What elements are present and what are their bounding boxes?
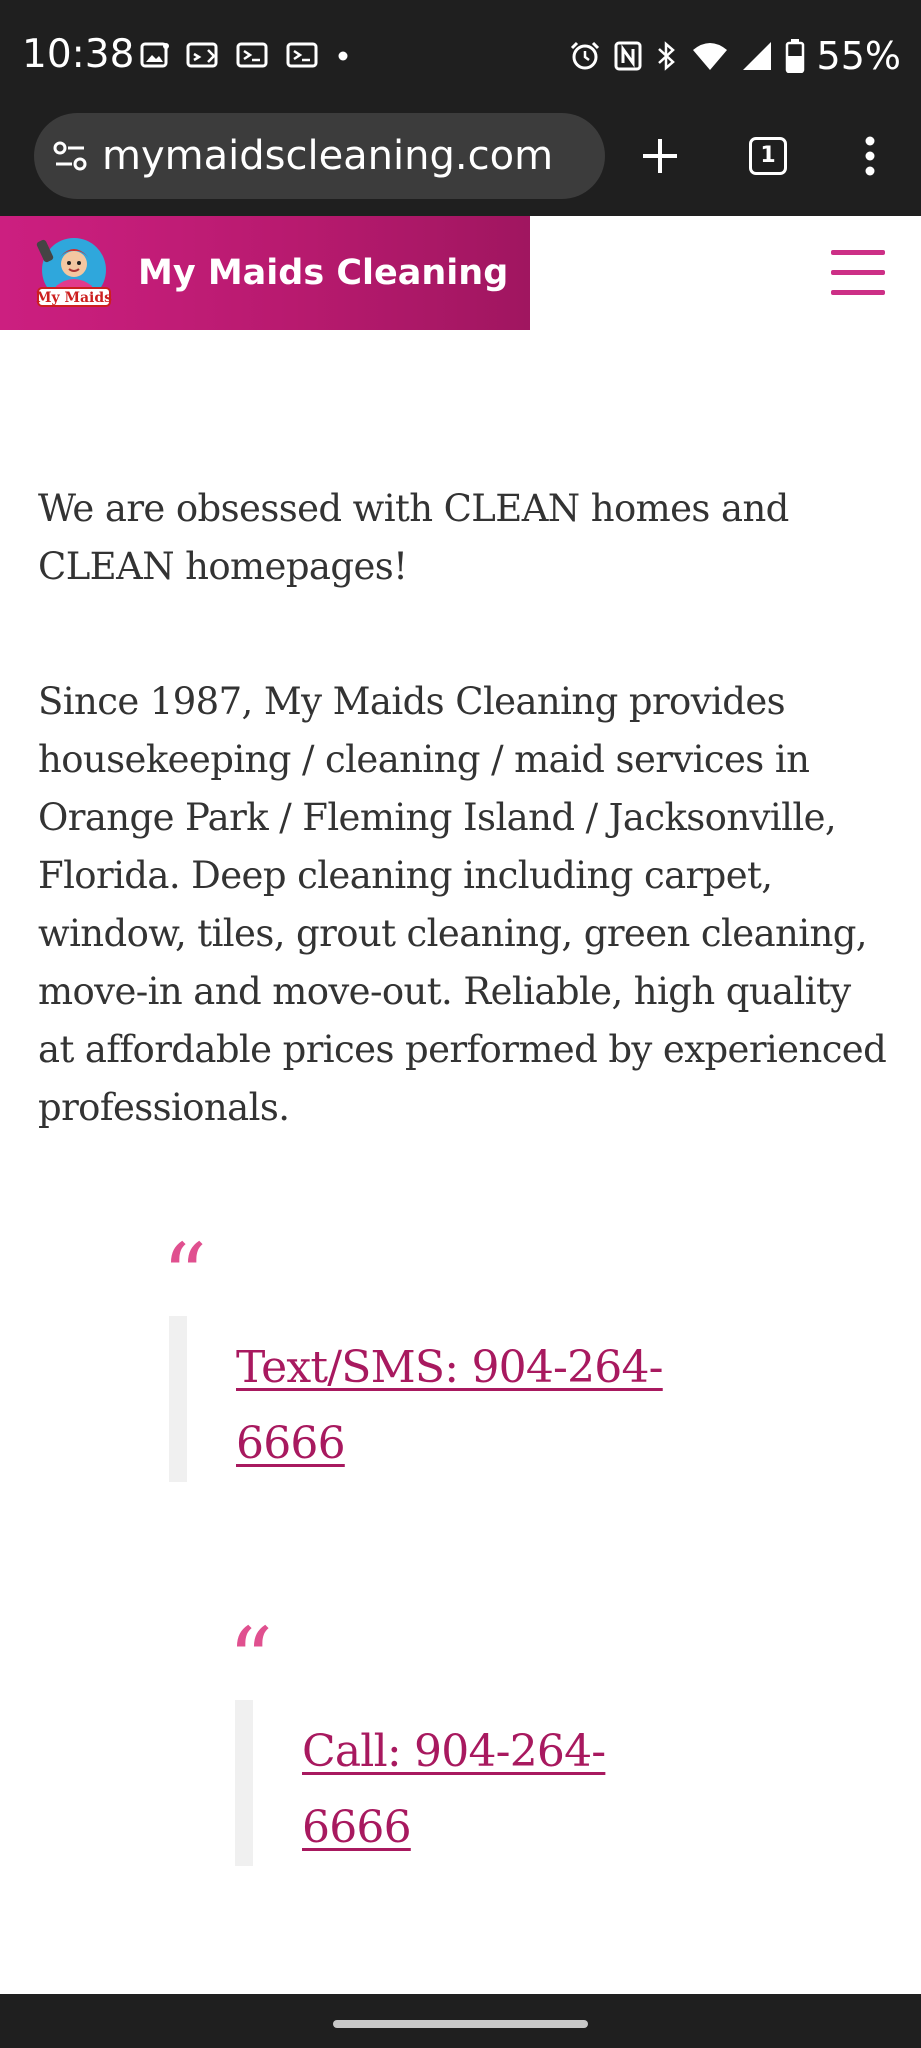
description-paragraph: Since 1987, My Maids Cleaning provides h… — [38, 680, 887, 1129]
brand-name[interactable]: My Maids Cleaning — [138, 216, 508, 330]
blockquote-text-sms: “ Text/SMS: 904-264-6666 — [162, 1232, 722, 1482]
image-icon — [140, 42, 169, 68]
new-tab-icon — [643, 139, 677, 173]
more-menu-button[interactable] — [838, 124, 902, 188]
notification-icons — [140, 40, 350, 72]
alarm-icon — [570, 41, 599, 70]
blockquote-border — [235, 1700, 253, 1866]
system-status-icons: 55% — [569, 30, 901, 82]
text-sms-link[interactable]: Text/SMS: 904-264-6666 — [236, 1330, 676, 1482]
status-bar: 10:38 55% — [0, 0, 921, 110]
url-text[interactable]: mymaidscleaning.com — [102, 113, 553, 199]
battery-icon — [785, 39, 804, 73]
tab-count: 1 — [760, 143, 776, 168]
status-time: 10:38 — [22, 32, 135, 77]
home-gesture-handle[interactable] — [333, 2020, 588, 2028]
site-info-icon[interactable] — [52, 139, 88, 173]
quote-mark-icon: “ — [228, 1608, 273, 1711]
system-navigation-bar — [0, 1994, 921, 2048]
quote-mark-icon: “ — [162, 1224, 207, 1327]
wifi-icon — [692, 43, 727, 70]
screen-share-icon — [186, 42, 218, 68]
intro-paragraph: We are obsessed with CLEAN homes and CLE… — [38, 487, 789, 588]
bluetooth-icon — [657, 41, 675, 71]
terminal-icon — [286, 42, 318, 68]
browser-toolbar: mymaidscleaning.com 1 — [0, 110, 921, 216]
url-bar[interactable]: mymaidscleaning.com — [34, 113, 605, 199]
terminal-icon — [236, 42, 268, 68]
main-content: We are obsessed with CLEAN homes and CLE… — [38, 480, 888, 1137]
blockquote-call: “ Call: 904-264-6666 — [228, 1616, 748, 1866]
logo-text: My Maids — [36, 290, 112, 306]
brand-link[interactable]: My Maids My Maids Cleaning — [0, 216, 530, 330]
blockquote-border — [169, 1316, 187, 1482]
hamburger-icon — [831, 250, 885, 255]
nfc-icon — [614, 41, 642, 71]
more-menu-icon — [865, 136, 875, 176]
logo[interactable]: My Maids — [34, 236, 114, 310]
battery-percent: 55% — [816, 34, 901, 78]
dot-icon — [338, 51, 348, 61]
tab-switcher-button[interactable]: 1 — [736, 124, 800, 188]
call-link[interactable]: Call: 904-264-6666 — [302, 1714, 632, 1866]
hamburger-menu-button[interactable] — [831, 250, 885, 296]
signal-icon — [742, 42, 771, 70]
new-tab-button[interactable] — [628, 124, 692, 188]
tab-switcher-icon: 1 — [749, 137, 787, 175]
site-header: My Maids My Maids Cleaning — [0, 216, 921, 330]
